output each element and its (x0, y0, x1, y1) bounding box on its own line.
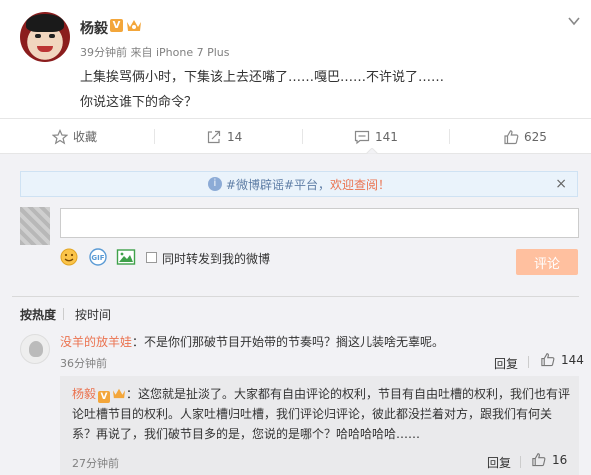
close-icon[interactable]: × (555, 176, 567, 192)
info-icon: i (207, 177, 222, 191)
notice-welcome[interactable]: 欢迎查阅！ (330, 176, 390, 193)
panel-caret (366, 148, 378, 154)
post-meta: 39分钟前 来自 iPhone 7 Plus (80, 46, 230, 59)
rumor-notice: i #微博辟谣#平台， 欢迎查阅！ × (20, 171, 578, 197)
verified-badge: V (98, 391, 111, 403)
favorite-button[interactable]: 收藏 (52, 119, 97, 154)
favorite-label: 收藏 (73, 130, 98, 144)
reply-like-count: 16 (552, 452, 568, 467)
post-text-line2: 你说这谁下的命令？ (80, 95, 198, 110)
comment-body: ：不是你们那破节目开始带的节奏吗？搁这儿装啥无辜呢。 (132, 335, 445, 349)
chevron-down-icon[interactable] (567, 14, 581, 28)
sort-by-time[interactable]: 按时间 (75, 306, 111, 323)
reply-body: ：这您就是扯淡了。大家都有自由评论的权利，节目有自由吐槽的权利，我们也有评论吐槽… (72, 387, 571, 441)
comment-like-count: 144 (561, 352, 584, 367)
like-count: 625 (524, 129, 547, 144)
thumbs-up-icon (504, 129, 519, 144)
repost-button[interactable]: 14 (206, 119, 242, 154)
comment-count: 141 (375, 129, 398, 144)
divider (12, 296, 579, 297)
crown-icon (113, 388, 126, 399)
submit-comment-button[interactable]: 评论 (516, 249, 578, 275)
repost-count: 14 (227, 129, 243, 144)
emoji-icon[interactable] (60, 248, 78, 266)
author-name[interactable]: 杨毅 (80, 18, 108, 38)
notice-hashtag[interactable]: #微博辟谣#平台， (226, 176, 330, 193)
comment-icon (354, 130, 370, 144)
comment-time: 36分钟前 (60, 357, 107, 370)
author-avatar[interactable] (20, 12, 70, 62)
repost-checkbox[interactable] (146, 252, 157, 263)
commenter-avatar[interactable] (20, 334, 50, 364)
comment-input[interactable] (60, 208, 579, 238)
my-avatar (20, 207, 50, 245)
image-icon[interactable] (116, 248, 136, 266)
reply-time: 27分钟前 (72, 457, 119, 470)
star-icon (52, 128, 68, 145)
like-button[interactable]: 625 (503, 119, 547, 154)
repost-icon (207, 130, 221, 143)
verified-badge: V (110, 19, 123, 32)
reply-author[interactable]: 杨毅 (72, 387, 96, 401)
post-text-line1: 上集挨骂俩小时，下集该上去还嘴了……嘎巴……不许说了…… (80, 70, 445, 85)
commenter-name[interactable]: 没羊的放羊娃 (60, 335, 132, 349)
thumbs-up-icon (532, 453, 546, 467)
gif-icon[interactable]: GIF (88, 248, 108, 266)
sort-by-hot[interactable]: 按热度 (20, 306, 56, 323)
reply-button[interactable]: 回复 (487, 454, 511, 471)
weibo-post: 杨毅 V 39分钟前 来自 iPhone 7 Plus 上集挨骂俩小时，下集该上… (0, 0, 591, 118)
svg-text:GIF: GIF (91, 254, 104, 262)
comment-like-button[interactable]: 144 (540, 352, 584, 367)
thumbs-up-icon (541, 353, 555, 367)
reply-like-button[interactable]: 16 (531, 452, 567, 467)
reply-text: 杨毅 V ：这您就是扯淡了。大家都有自由评论的权利，节目有自由吐槽的权利，我们也有评… (72, 384, 572, 444)
repost-checkbox-label[interactable]: 同时转发到我的微博 (162, 250, 270, 267)
post-action-bar: 收藏 14 141 625 (0, 118, 591, 153)
comment-text: 没羊的放羊娃：不是你们那破节目开始带的节奏吗？搁这儿装啥无辜呢。 (60, 333, 444, 350)
reply-button[interactable]: 回复 (494, 355, 518, 372)
crown-icon (127, 20, 141, 31)
